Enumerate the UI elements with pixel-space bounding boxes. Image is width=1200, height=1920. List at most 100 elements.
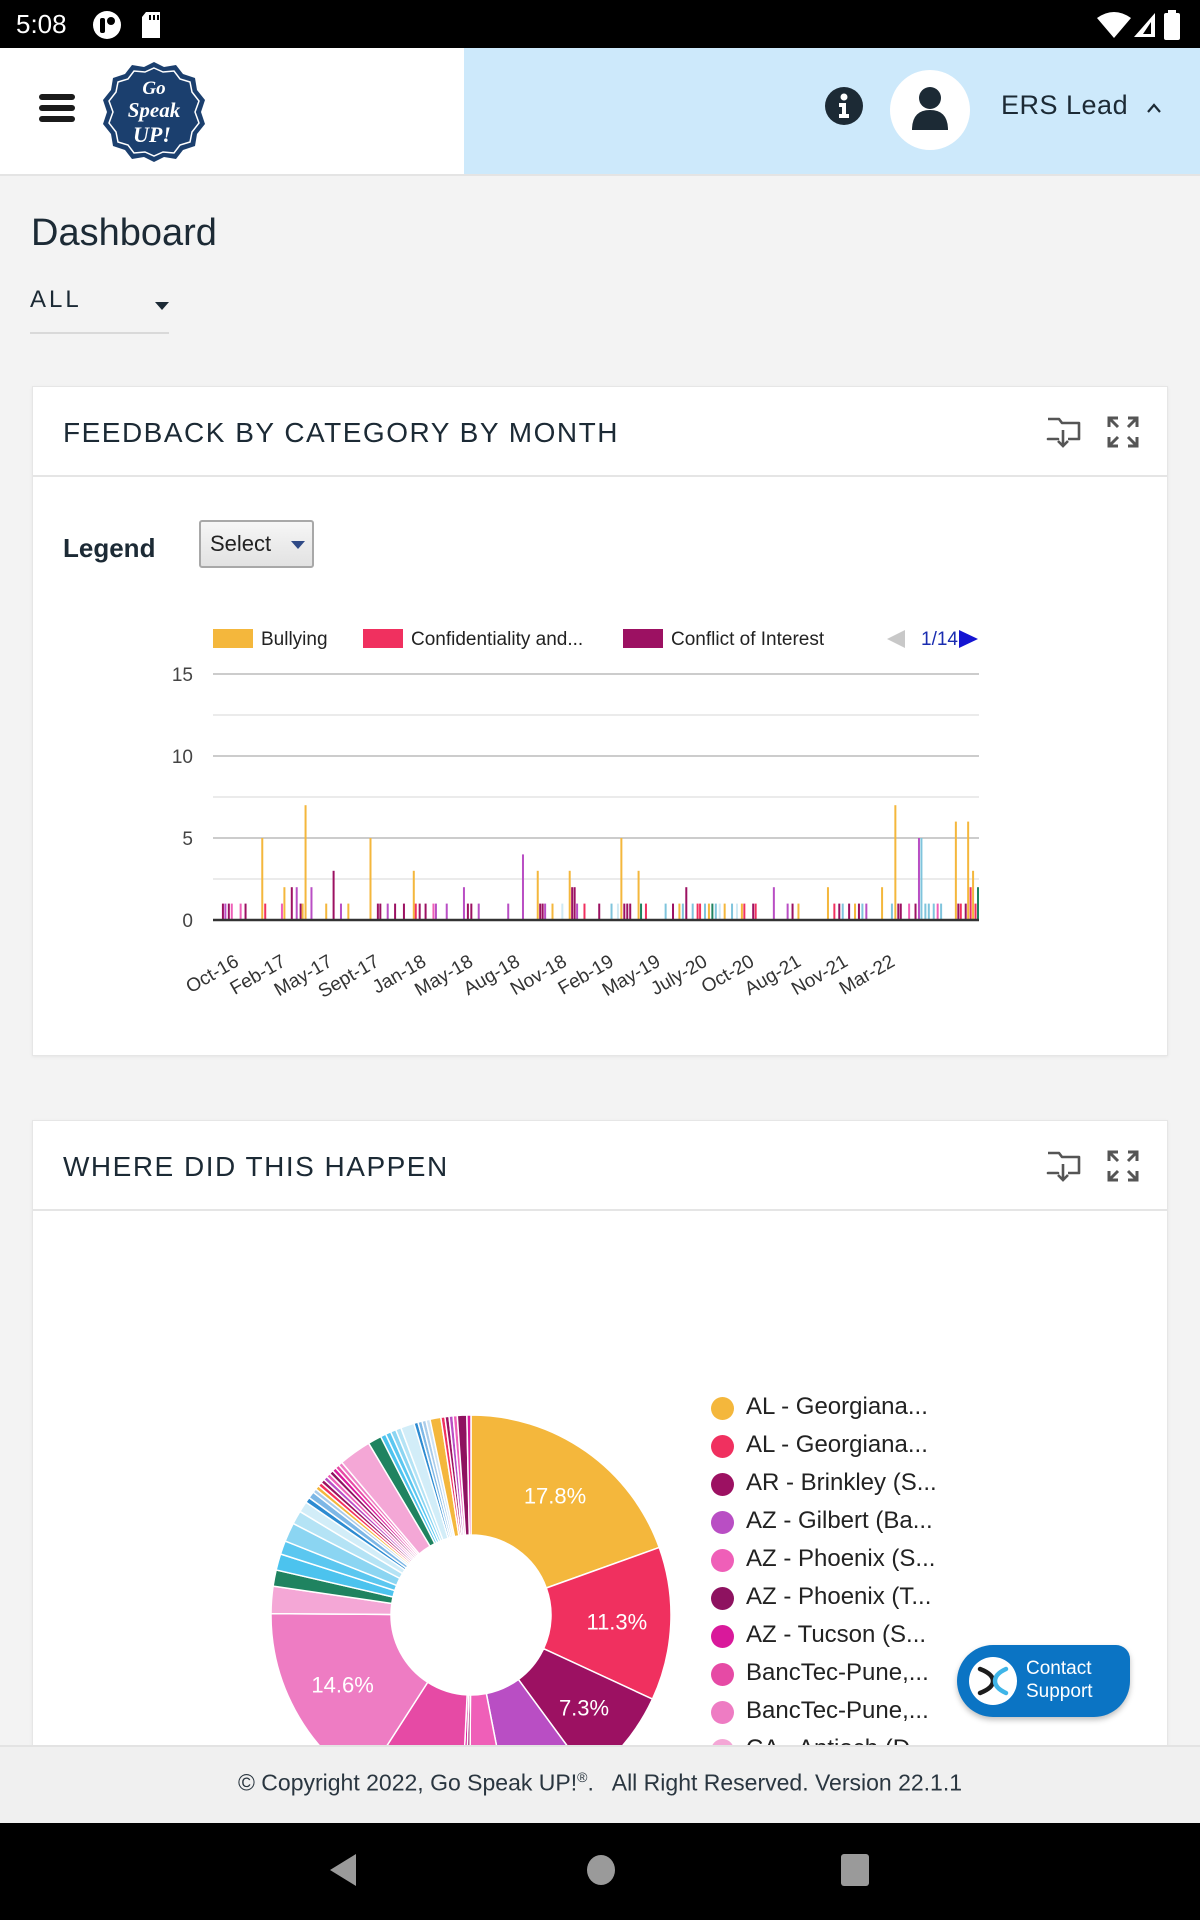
- donut-legend-item[interactable]: AZ - Phoenix (S...: [711, 1543, 971, 1577]
- bar: [964, 903, 967, 920]
- bar: [466, 903, 469, 920]
- recents-icon[interactable]: [840, 1853, 870, 1887]
- legend-swatch: [213, 629, 253, 648]
- bar: [826, 887, 829, 920]
- legend-item-label: AR - Brinkley (S...: [746, 1469, 937, 1496]
- donut-legend-item[interactable]: AZ - Gilbert (Ba...: [711, 1505, 971, 1539]
- bar: [462, 887, 465, 920]
- y-tick-label: 15: [172, 665, 193, 686]
- donut-legend-item[interactable]: BancTec-Pune,...: [711, 1695, 971, 1729]
- hamburger-menu-icon[interactable]: [39, 94, 75, 124]
- bar: [974, 903, 977, 920]
- bar: [347, 903, 350, 920]
- bar: [969, 887, 972, 920]
- donut-legend-item[interactable]: AR - Brinkley (S...: [711, 1467, 971, 1501]
- bar: [754, 903, 757, 920]
- bar: [735, 903, 738, 920]
- bar: [412, 870, 415, 920]
- bar: [696, 903, 699, 920]
- bar: [959, 903, 962, 920]
- bar: [620, 838, 623, 920]
- footer: © Copyright 2022, Go Speak UP!®. All Rig…: [0, 1745, 1200, 1823]
- bar: [541, 903, 544, 920]
- slice-label: 11.3%: [586, 1610, 647, 1635]
- scope-select[interactable]: ALL: [30, 280, 169, 334]
- slice-label: 7.3%: [559, 1695, 609, 1720]
- bar: [310, 887, 313, 920]
- legend-select[interactable]: Select: [199, 520, 314, 568]
- bar: [583, 903, 586, 920]
- legend-next-icon[interactable]: [959, 630, 978, 648]
- chevron-up-icon[interactable]: [1146, 100, 1162, 116]
- bar: [568, 870, 571, 920]
- bar: [743, 903, 746, 920]
- bar: [414, 903, 417, 920]
- bar: [424, 903, 427, 920]
- bar: [857, 903, 860, 920]
- slice-label: 17.8%: [524, 1484, 586, 1509]
- legend-item-label: AZ - Tucson (S...: [746, 1621, 927, 1648]
- legend-prev-icon[interactable]: [887, 630, 905, 648]
- user-name[interactable]: ERS Lead: [1001, 90, 1128, 121]
- donut-legend-item[interactable]: AZ - Phoenix (T...: [711, 1581, 971, 1615]
- bar: [539, 903, 542, 920]
- donut-legend-item[interactable]: AZ - Tucson (S...: [711, 1619, 971, 1653]
- expand-icon[interactable]: [1105, 1149, 1141, 1183]
- bar: [445, 903, 448, 920]
- legend-entry-label: Bullying: [261, 629, 328, 650]
- bar: [616, 903, 619, 920]
- bar: [477, 903, 480, 920]
- bar: [861, 903, 864, 920]
- home-icon[interactable]: [585, 1853, 617, 1887]
- bar: [551, 903, 554, 920]
- bar: [507, 903, 510, 920]
- bar: [576, 903, 579, 920]
- bar: [376, 903, 379, 920]
- wifi-icon: [1097, 12, 1131, 38]
- bar: [914, 903, 917, 920]
- bar: [740, 903, 743, 920]
- info-icon[interactable]: [824, 86, 864, 126]
- bar: [890, 903, 893, 920]
- bar: [629, 903, 632, 920]
- legend-item-label: AZ - Phoenix (T...: [746, 1583, 932, 1610]
- folder-download-icon[interactable]: [1046, 415, 1082, 449]
- scope-select-value: ALL: [30, 286, 82, 313]
- donut-legend-item[interactable]: BancTec-Pune,...: [711, 1657, 971, 1691]
- bar: [672, 903, 675, 920]
- legend-select-value: Select: [210, 531, 272, 556]
- back-icon[interactable]: [328, 1853, 358, 1887]
- bar: [833, 903, 836, 920]
- bar: [386, 903, 389, 920]
- expand-icon[interactable]: [1105, 415, 1141, 449]
- bar: [521, 854, 524, 920]
- folder-download-icon[interactable]: [1046, 1149, 1082, 1183]
- donut-legend-item[interactable]: AL - Georgiana...: [711, 1391, 971, 1425]
- user-icon: [912, 87, 948, 130]
- bar: [838, 903, 841, 920]
- bar: [664, 903, 667, 920]
- bar: [731, 903, 734, 920]
- legend-item-label: BancTec-Pune,...: [746, 1659, 929, 1686]
- bar: [681, 903, 684, 920]
- legend-dot: [711, 1701, 734, 1724]
- donut-legend-item[interactable]: AL - Georgiana...: [711, 1429, 971, 1463]
- bar: [561, 903, 564, 920]
- bar: [295, 887, 298, 920]
- legend-dot: [711, 1473, 734, 1496]
- avatar[interactable]: [890, 70, 970, 150]
- android-nav-bar: [0, 1823, 1200, 1920]
- bar: [711, 903, 714, 920]
- bar: [402, 903, 405, 920]
- copyright-text: © Copyright 2022, Go Speak UP!®. All Rig…: [237, 1769, 963, 1796]
- card-header: WHERE DID THIS HAPPEN: [33, 1121, 1167, 1211]
- contact-support-button[interactable]: Contact Support: [957, 1645, 1130, 1717]
- bar: [940, 903, 943, 920]
- bar: [304, 805, 307, 920]
- feedback-bar-chart: 051015Oct-16Feb-17May-17Sept-17Jan-18May…: [172, 629, 979, 1003]
- legend-item-label: AZ - Gilbert (Ba...: [746, 1507, 933, 1534]
- bar: [772, 887, 775, 920]
- bar: [691, 903, 694, 920]
- go-speak-up-logo[interactable]: Go Speak UP!: [100, 60, 208, 164]
- bar: [283, 887, 286, 920]
